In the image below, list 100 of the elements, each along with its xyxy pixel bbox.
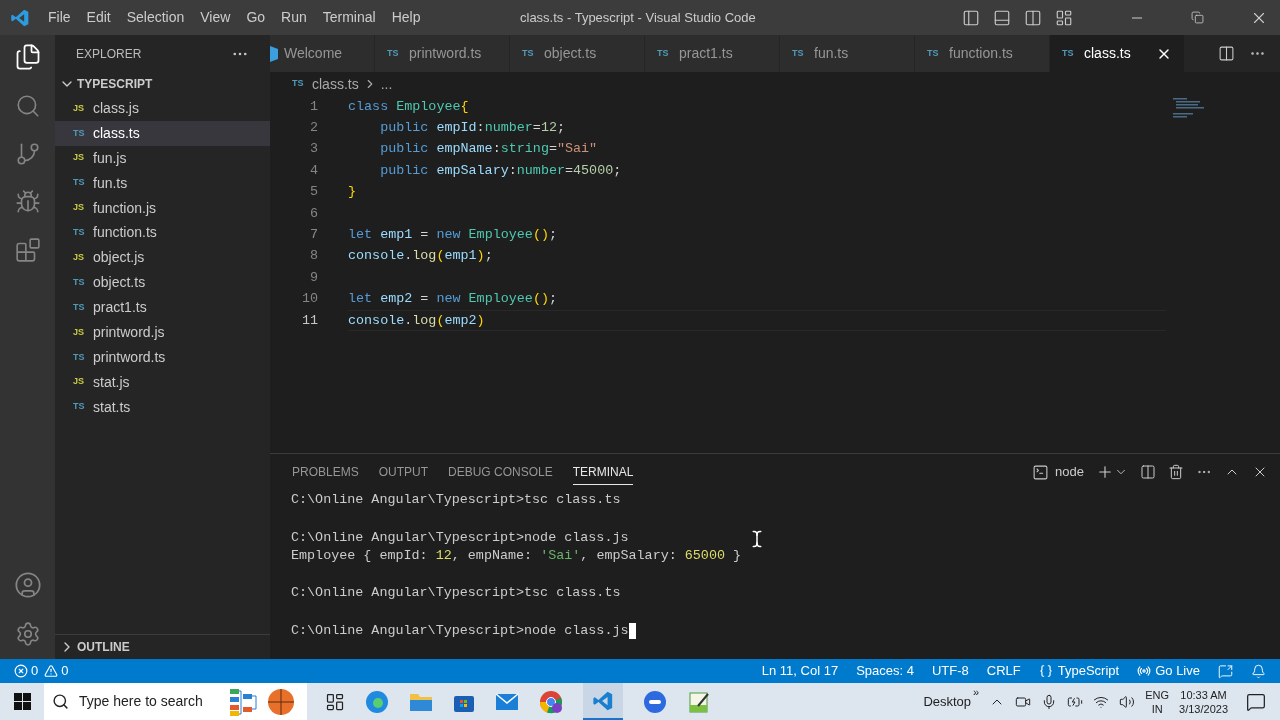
line-number: 11 xyxy=(300,311,318,330)
menu-item[interactable]: View xyxy=(192,7,239,28)
breadcrumb-file[interactable]: class.ts xyxy=(312,73,359,95)
toolbar-label[interactable]: Desktop xyxy=(923,691,972,712)
explorer-entry[interactable]: JS object.js xyxy=(55,245,270,271)
file-name: fun.js xyxy=(93,148,127,168)
menu-item[interactable]: Run xyxy=(273,7,315,28)
editor-tab[interactable]: Welcome xyxy=(270,35,375,72)
browser-icon[interactable] xyxy=(539,689,563,714)
explorer-entry[interactable]: TS printword.ts xyxy=(55,344,270,370)
menu-item[interactable]: Edit xyxy=(78,7,119,28)
language-mode[interactable]: TypeScript xyxy=(1038,661,1120,681)
explorer-entry[interactable]: TS stat.ts xyxy=(55,394,270,420)
status-item[interactable]: UTF-8 xyxy=(931,661,969,681)
terminal-command: C:\Online Angular\Typescript>node class.js xyxy=(291,528,629,547)
volume-icon[interactable] xyxy=(1119,693,1136,710)
editor-tab[interactable]: TS printword.ts xyxy=(375,35,510,72)
breadcrumb-more[interactable]: ... xyxy=(380,73,393,95)
panel-tab[interactable]: DEBUG CONSOLE xyxy=(448,459,553,485)
editor-tab[interactable]: TS pract1.ts xyxy=(645,35,780,72)
task-view-icon[interactable] xyxy=(325,691,345,712)
explorer-entry[interactable]: JS fun.js xyxy=(55,145,270,171)
active-app-tile[interactable] xyxy=(583,683,623,720)
code-token: number xyxy=(516,161,565,180)
account-icon[interactable] xyxy=(13,571,42,599)
menu-item[interactable]: Selection xyxy=(118,7,193,28)
input-language[interactable]: ENG xyxy=(1145,687,1170,702)
panel-tab[interactable]: TERMINAL xyxy=(572,459,634,485)
file-type-label: JS xyxy=(73,375,85,389)
taskbar-search-field[interactable]: Type here to search xyxy=(44,683,307,720)
status-item[interactable]: Spaces: 4 xyxy=(856,661,914,681)
tab-label: printword.ts xyxy=(409,44,482,63)
clock-date[interactable]: 3/13/2023 xyxy=(1179,701,1228,716)
code-token: log xyxy=(412,311,437,330)
code-token: () xyxy=(532,226,549,244)
split-layout-icon[interactable] xyxy=(1024,8,1042,27)
code-token: ; xyxy=(613,161,622,180)
explorer-entry[interactable]: TS function.ts xyxy=(55,220,270,246)
file-type-label: TS xyxy=(73,176,86,190)
folder-header[interactable]: TYPESCRIPT xyxy=(55,72,270,96)
feedback-icon[interactable] xyxy=(1218,663,1233,679)
explorer-entry[interactable]: TS class.ts xyxy=(55,120,270,146)
windows-logo-icon[interactable] xyxy=(14,693,31,710)
branch-icon[interactable] xyxy=(14,141,41,167)
split-editor-icon[interactable] xyxy=(1218,45,1235,62)
terminal-command: C:\Online Angular\Typescript>tsc class.ts xyxy=(291,584,621,603)
file-type-label: TS xyxy=(927,46,940,60)
outline-header[interactable]: OUTLINE xyxy=(55,634,270,658)
trash-icon[interactable] xyxy=(1168,464,1184,480)
menu-item[interactable]: Terminal xyxy=(314,7,384,28)
editor-tab[interactable]: TS object.ts xyxy=(510,35,645,72)
restore-icon[interactable] xyxy=(1191,11,1204,24)
editor-tab[interactable]: TS fun.ts xyxy=(780,35,915,72)
add-icon[interactable] xyxy=(1096,463,1114,481)
status-item[interactable]: CRLF xyxy=(986,661,1021,681)
panel-toggle-icon[interactable] xyxy=(993,8,1011,27)
panel-tab[interactable]: PROBLEMS xyxy=(292,459,359,485)
layout-icon[interactable] xyxy=(1055,8,1073,27)
extensions-icon[interactable] xyxy=(14,237,41,263)
settings-icon[interactable] xyxy=(14,621,41,647)
code-token: 45000 xyxy=(573,161,614,180)
terminal-text: } xyxy=(732,547,742,566)
status-item[interactable]: Ln 11, Col 17 xyxy=(761,661,839,681)
menu-item[interactable]: Go xyxy=(238,7,274,28)
panel-tab[interactable]: OUTPUT xyxy=(378,459,429,485)
file-type-label: TS xyxy=(73,226,86,240)
explorer-entry[interactable]: JS printword.js xyxy=(55,320,270,345)
code-token: : xyxy=(492,140,501,159)
explorer-entry[interactable]: JS stat.js xyxy=(55,369,270,395)
browser-icon[interactable] xyxy=(365,689,389,714)
code-token: Employee xyxy=(468,290,533,309)
explorer-entry[interactable]: JS function.js xyxy=(55,195,270,221)
file-type-label: TS xyxy=(292,77,305,91)
code-token: emp2 xyxy=(380,290,413,309)
split-terminal-icon[interactable] xyxy=(1140,464,1156,480)
explorer-entry[interactable]: TS object.ts xyxy=(55,270,270,296)
toolbar-chevrons[interactable]: » xyxy=(973,684,980,701)
notepad-icon[interactable] xyxy=(687,689,711,714)
sidebar-toggle-icon[interactable] xyxy=(962,8,980,27)
debug-icon[interactable] xyxy=(14,189,41,215)
clock-time[interactable]: 10:33 AM xyxy=(1180,687,1227,702)
file-name: printword.js xyxy=(93,322,165,342)
input-region[interactable]: IN xyxy=(1151,701,1163,716)
terminal-icon[interactable] xyxy=(1032,463,1050,481)
bell-icon[interactable] xyxy=(1251,663,1266,679)
menu-item[interactable]: Help xyxy=(383,7,429,28)
explorer-entry[interactable]: TS pract1.ts xyxy=(55,295,270,320)
editor-tab[interactable]: TS function.ts xyxy=(915,35,1050,72)
go-live-button[interactable]: Go Live xyxy=(1137,661,1200,681)
video-call-icon[interactable] xyxy=(643,689,667,714)
code-token: emp1 xyxy=(444,247,477,266)
line-number: 5 xyxy=(308,183,318,202)
mail-icon[interactable] xyxy=(495,691,519,712)
editor-tab[interactable]: TS class.ts xyxy=(1050,35,1185,72)
file-name: fun.ts xyxy=(93,173,128,193)
notifications-icon[interactable] xyxy=(1246,691,1266,712)
menu-item[interactable]: File xyxy=(40,7,79,28)
problems-status[interactable]: 0 0 xyxy=(14,661,69,681)
explorer-entry[interactable]: JS class.js xyxy=(55,96,270,121)
explorer-entry[interactable]: TS fun.ts xyxy=(55,170,270,196)
